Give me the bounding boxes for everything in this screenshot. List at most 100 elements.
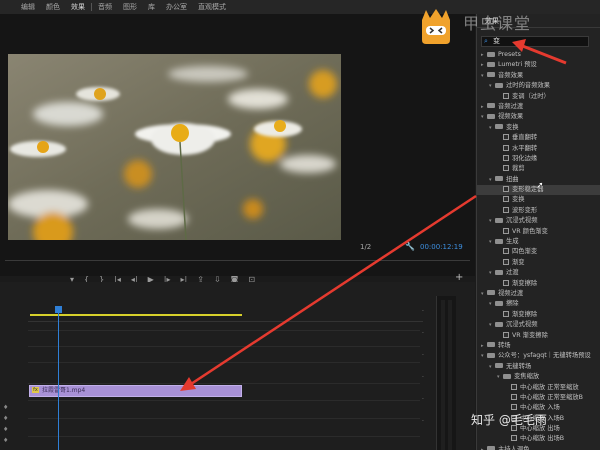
tree-item-label: 沉浸式视频 <box>506 217 538 225</box>
effects-folder[interactable]: ▾ 沉浸式视频 <box>477 216 600 226</box>
mouse-cursor-icon: ➚ <box>536 181 544 191</box>
effects-folder[interactable]: ▸ 主持人调色 <box>477 445 600 450</box>
effect-item[interactable]: 渐变擦除 <box>477 279 600 289</box>
effects-folder[interactable]: ▸ Lumetri 预设 <box>477 60 600 70</box>
effects-folder[interactable]: ▸ Presets <box>477 50 600 60</box>
fx-badge-icon: fx <box>32 387 39 393</box>
effects-folder[interactable]: ▸ 转场 <box>477 341 600 351</box>
tree-item-label: Lumetri 预设 <box>498 61 537 69</box>
effects-search-value: 变 <box>493 37 500 45</box>
folder-icon <box>495 363 503 369</box>
effect-item[interactable]: 羽化边缘 <box>477 154 600 164</box>
tree-item-label: 过时的音频效果 <box>506 82 551 90</box>
tree-item-label: 无缝转场 <box>506 362 532 370</box>
program-monitor: 1/2 🔧 00:00:12:19 ▾ { } |◂ ◂| ▶ |▸ ▸| ⇪ … <box>0 14 475 284</box>
track-divider <box>28 330 420 331</box>
menu-item-color[interactable]: 颜色 <box>46 2 60 12</box>
effects-folder[interactable]: ▾ 音频效果 <box>477 71 600 81</box>
playhead-handle[interactable] <box>55 306 62 313</box>
effects-folder[interactable]: ▾ 视频过渡 <box>477 289 600 299</box>
effects-folder[interactable]: ▾ 视频效果 <box>477 112 600 122</box>
folder-icon <box>495 238 503 244</box>
tree-item-label: 变换 <box>512 196 525 204</box>
effect-item[interactable]: VR 渐变擦除 <box>477 331 600 341</box>
daisy-field-image <box>8 54 341 240</box>
effects-folder[interactable]: ▾ 过时的音频效果 <box>477 81 600 91</box>
folder-icon <box>495 217 503 223</box>
effect-item[interactable]: 水平翻转 <box>477 144 600 154</box>
work-area-bar[interactable] <box>30 314 242 316</box>
resolution-select[interactable]: 1/2 <box>360 243 371 251</box>
wrench-icon[interactable]: 🔧 <box>405 242 415 251</box>
effect-item[interactable]: VR 颜色渐变 <box>477 227 600 237</box>
track-divider <box>28 400 420 401</box>
effect-icon <box>503 186 509 193</box>
effect-item[interactable]: 变换 <box>477 195 600 205</box>
mic-icon[interactable]: ♦ <box>3 435 8 446</box>
effect-item[interactable]: 中心缩放 出场B <box>477 434 600 444</box>
tree-item-label: 垂直翻转 <box>512 134 538 142</box>
video-clip[interactable]: 拉霞雷哥1.mp4 <box>29 385 242 397</box>
folder-icon <box>487 352 495 358</box>
mic-icon[interactable]: ♦ <box>3 424 8 435</box>
effect-item[interactable]: 渐变 <box>477 258 600 268</box>
effects-search-input[interactable]: ⌕ 变 <box>481 36 589 47</box>
effects-folder[interactable]: ▾ 擦除 <box>477 299 600 309</box>
effect-icon <box>503 331 509 338</box>
folder-icon <box>495 300 503 306</box>
effects-folder[interactable]: ▾ 过渡 <box>477 268 600 278</box>
tree-item-label: 变焦缩放 <box>514 373 540 381</box>
playhead[interactable] <box>58 306 59 450</box>
tree-item-label: 变换 <box>506 123 519 131</box>
folder-icon <box>487 103 495 109</box>
tree-item-label: 变调（过时） <box>512 92 550 100</box>
effect-item[interactable]: 中心缩放 正常至缩放 <box>477 383 600 393</box>
track-divider <box>28 346 420 347</box>
effects-folder[interactable]: ▾ 沉浸式视频 <box>477 320 600 330</box>
monitor-controls: 1/2 🔧 00:00:12:19 <box>0 240 475 254</box>
menu-item-library[interactable]: 库 <box>148 2 155 12</box>
menu-item-edit[interactable]: 编辑 <box>21 2 35 12</box>
effects-folder[interactable]: ▾ 无缝转场 <box>477 362 600 372</box>
menu-item-audio[interactable]: 音频 <box>98 2 112 12</box>
effects-folder[interactable]: ▾ 变换 <box>477 123 600 133</box>
effects-folder[interactable]: ▸ 音频过渡 <box>477 102 600 112</box>
tree-item-label: 渐变擦除 <box>512 279 538 287</box>
folder-icon <box>487 290 495 296</box>
tree-item-label: 视频过渡 <box>498 289 524 297</box>
effects-folder[interactable]: ▾ 变焦缩放 <box>477 372 600 382</box>
folder-icon <box>495 269 503 275</box>
effect-item[interactable]: 渐变擦除 <box>477 310 600 320</box>
effect-item[interactable]: 变调（过时） <box>477 92 600 102</box>
mic-icon[interactable]: ♦ <box>3 402 8 413</box>
tree-item-label: VR 渐变擦除 <box>512 331 548 339</box>
effect-item[interactable]: 裁剪 <box>477 164 600 174</box>
meter-channel-left <box>441 300 445 450</box>
search-icon: ⌕ <box>484 37 488 45</box>
folder-icon <box>487 61 495 67</box>
tree-item-label: 过渡 <box>506 269 519 277</box>
effect-item[interactable]: 四色渐变 <box>477 247 600 257</box>
effect-item[interactable]: 波形变形 <box>477 206 600 216</box>
track-divider <box>28 418 420 419</box>
menu-item-effects[interactable]: 效果 <box>71 2 85 12</box>
tree-item-label: 渐变 <box>512 258 525 266</box>
folder-icon <box>487 446 495 450</box>
menu-item-graphics[interactable]: 图形 <box>123 2 137 12</box>
effect-item[interactable]: 垂直翻转 <box>477 133 600 143</box>
effect-icon <box>511 383 517 390</box>
mic-icon[interactable]: ♦ <box>3 413 8 424</box>
tree-item-label: 沉浸式视频 <box>506 321 538 329</box>
effect-icon <box>503 92 509 99</box>
zhihu-watermark: 知乎 @毛毛雨 <box>471 413 547 427</box>
menu-item-office[interactable]: 办公室 <box>166 2 187 12</box>
tree-item-label: 渐变擦除 <box>512 310 538 318</box>
beetle-logo <box>422 9 450 44</box>
effect-item[interactable]: 中心缩放 正常至缩放B <box>477 393 600 403</box>
menu-item-intuitive[interactable]: 直观模式 <box>198 2 226 12</box>
tree-item-label: 音频过渡 <box>498 102 524 110</box>
duration-timecode: 00:00:12:19 <box>420 243 463 251</box>
effect-icon <box>503 310 509 317</box>
effects-folder[interactable]: ▾ 公众号：ysfagqt｜无缝转场预设 <box>477 351 600 361</box>
effects-folder[interactable]: ▾ 生成 <box>477 237 600 247</box>
